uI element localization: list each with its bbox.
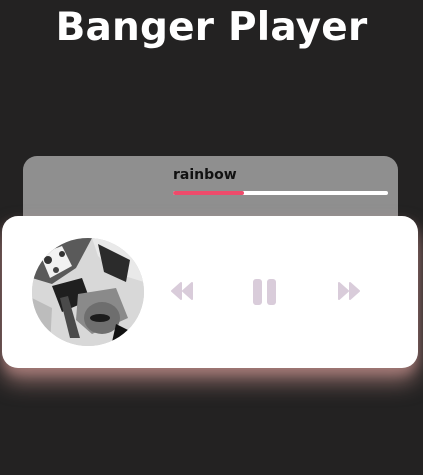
play-pause-button[interactable]	[251, 278, 279, 306]
progress-bar[interactable]	[173, 191, 388, 195]
track-title: rainbow	[173, 167, 237, 183]
progress-fill	[173, 191, 244, 195]
next-button[interactable]	[337, 282, 361, 300]
fast-forward-icon	[338, 282, 360, 300]
player-card	[2, 216, 418, 368]
pause-icon	[253, 279, 276, 305]
previous-button[interactable]	[170, 282, 194, 300]
rewind-icon	[171, 282, 193, 300]
album-art	[32, 238, 144, 346]
player-page: Banger Player rainbow	[0, 0, 423, 475]
app-title: Banger Player	[55, 5, 368, 50]
